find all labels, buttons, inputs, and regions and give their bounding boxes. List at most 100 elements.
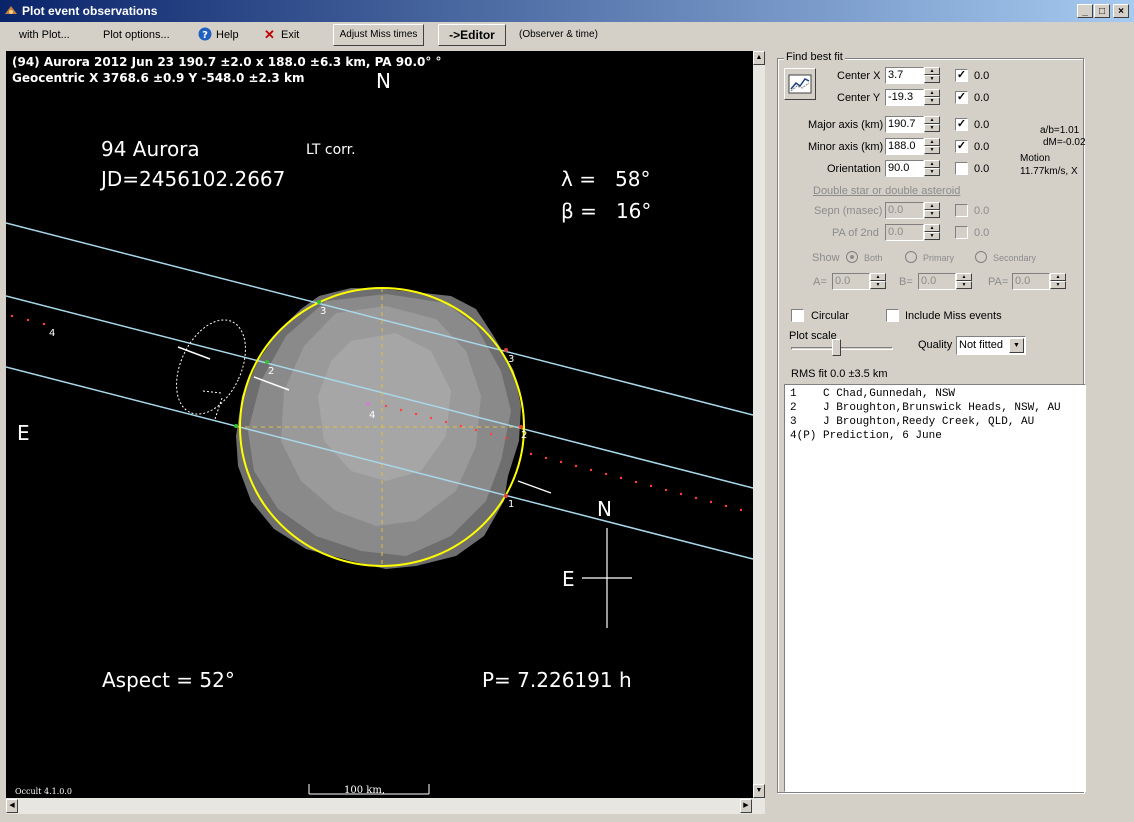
circular-label: Circular	[811, 310, 849, 322]
chord-label-4b: 4	[49, 328, 55, 339]
find-best-fit-title: Find best fit	[784, 51, 845, 63]
orientation-label: Orientation	[827, 163, 881, 175]
minor-axis-spinner[interactable]: ▲ ▼	[924, 138, 940, 155]
show-secondary-radio[interactable]	[975, 251, 987, 263]
a-label: A=	[813, 276, 827, 288]
plot-scale-label: Plot scale	[789, 330, 837, 342]
horizontal-scrollbar[interactable]: ◀ ▶	[6, 798, 765, 814]
sepn-checkbox[interactable]	[955, 204, 968, 217]
major-axis-label: Major axis (km)	[808, 119, 884, 131]
plot-header-line2: Geocentric X 3768.6 ±0.9 Y -548.0 ±2.3 k…	[12, 71, 304, 85]
orientation-spinner[interactable]: ▲ ▼	[924, 160, 940, 177]
fit-button[interactable]	[784, 68, 816, 100]
chevron-down-icon[interactable]: ▼	[1009, 338, 1024, 353]
close-button[interactable]: ×	[1113, 4, 1129, 18]
sepn-result: 0.0	[974, 205, 990, 217]
asteroid-name: 94 Aurora	[101, 137, 200, 161]
pa-spinner[interactable]: ▲ ▼	[1050, 273, 1066, 290]
list-item[interactable]: 2 J Broughton,Brunswick Heads, NSW, AU	[785, 401, 1085, 415]
observations-list[interactable]: 1 C Chad,Gunnedah, NSW 2 J Broughton,Bru…	[784, 384, 1086, 792]
exit-icon[interactable]: ✕	[264, 27, 275, 43]
list-item[interactable]: 4(P) Prediction, 6 June	[785, 429, 1085, 443]
a-input[interactable]: 0.0	[832, 273, 870, 290]
minor-axis-result: 0.0	[974, 141, 990, 153]
east-label: E	[17, 421, 30, 445]
plot-canvas[interactable]: 3 2 4 3 2 1 4 (94) Aurora 2012 Jun 23 19…	[6, 51, 753, 798]
b-spinner[interactable]: ▲ ▼	[956, 273, 972, 290]
a-spinner[interactable]: ▲ ▼	[870, 273, 886, 290]
north-label: N	[376, 69, 391, 93]
motion-label: Motion	[1020, 153, 1051, 164]
menu-bar: with Plot... Plot options... ? Help ✕ Ex…	[0, 22, 1134, 48]
julian-date: JD=2456102.2667	[99, 167, 285, 191]
plot-scale-thumb[interactable]	[832, 339, 841, 356]
vertical-scrollbar[interactable]: ▲ ▼	[753, 51, 765, 798]
b-input[interactable]: 0.0	[918, 273, 956, 290]
sepn-spinner[interactable]: ▲ ▼	[924, 202, 940, 219]
sepn-input[interactable]: 0.0	[885, 202, 924, 219]
version-label: Occult 4.1.0.0	[15, 787, 72, 796]
quality-label: Quality	[918, 339, 953, 351]
plot-svg: 3 2 4 3 2 1 4 (94) Aurora 2012 Jun 23 19…	[6, 55, 753, 796]
minor-axis-checkbox[interactable]: ✓	[955, 140, 968, 153]
minor-axis-label: Minor axis (km)	[808, 141, 884, 153]
observer-time-label[interactable]: (Observer & time)	[519, 29, 598, 40]
scroll-right-icon[interactable]: ▶	[740, 799, 752, 813]
compass-rose: N E	[562, 497, 632, 628]
include-miss-label: Include Miss events	[905, 310, 1002, 322]
dm-value: dM=-0.02	[1043, 137, 1086, 148]
b-label: B=	[899, 276, 913, 288]
pa-2nd-spinner[interactable]: ▲ ▼	[924, 224, 940, 241]
scale-label: 100 km,	[344, 785, 385, 796]
minor-axis-input[interactable]: 188.0	[885, 138, 924, 155]
pa-2nd-label: PA of 2nd	[832, 227, 879, 239]
sepn-label: Sepn (masec)	[814, 205, 883, 217]
menu-with-plot[interactable]: with Plot...	[19, 29, 70, 41]
menu-plot-options[interactable]: Plot options...	[103, 29, 170, 41]
show-primary-radio[interactable]	[905, 251, 917, 263]
minimize-button[interactable]: _	[1077, 4, 1093, 18]
center-x-checkbox[interactable]: ✓	[955, 69, 968, 82]
help-icon[interactable]: ?	[198, 27, 212, 44]
show-both-radio[interactable]	[846, 251, 858, 263]
include-miss-checkbox[interactable]	[886, 309, 899, 322]
center-x-spinner[interactable]: ▲ ▼	[924, 67, 940, 84]
status-bar	[0, 814, 1134, 822]
scroll-left-icon[interactable]: ◀	[6, 799, 18, 813]
rms-fit-label: RMS fit 0.0 ±3.5 km	[791, 368, 888, 380]
chord-label-2b: 2	[521, 430, 527, 441]
pa-input[interactable]: 0.0	[1012, 273, 1050, 290]
show-secondary-label: Secondary	[993, 253, 1037, 263]
ab-ratio: a/b=1.01	[1040, 125, 1080, 136]
scroll-up-icon[interactable]: ▲	[753, 51, 765, 65]
maximize-button[interactable]: □	[1094, 4, 1110, 18]
center-y-checkbox[interactable]: ✓	[955, 91, 968, 104]
menu-help[interactable]: Help	[216, 29, 239, 41]
center-x-input[interactable]: 3.7	[885, 67, 924, 84]
plot-scale-slider[interactable]	[791, 347, 893, 350]
list-item[interactable]: 3 J Broughton,Reedy Creek, QLD, AU	[785, 415, 1085, 429]
show-primary-label: Primary	[923, 253, 954, 263]
editor-button[interactable]: ->Editor	[438, 24, 506, 46]
orientation-input[interactable]: 90.0	[885, 160, 924, 177]
ecliptic-longitude: λ = 58°	[561, 167, 650, 191]
center-y-spinner[interactable]: ▲ ▼	[924, 89, 940, 106]
circular-checkbox[interactable]	[791, 309, 804, 322]
menu-exit[interactable]: Exit	[281, 29, 299, 41]
motion-value: 11.77km/s, X	[1020, 166, 1078, 177]
pa-2nd-checkbox[interactable]	[955, 226, 968, 239]
list-item[interactable]: 1 C Chad,Gunnedah, NSW	[785, 387, 1085, 401]
double-star-title: Double star or double asteroid	[813, 185, 961, 197]
app-icon	[5, 6, 17, 14]
center-y-input[interactable]: -19.3	[885, 89, 924, 106]
major-axis-spinner[interactable]: ▲ ▼	[924, 116, 940, 133]
scroll-down-icon[interactable]: ▼	[753, 784, 765, 798]
major-axis-checkbox[interactable]: ✓	[955, 118, 968, 131]
major-axis-input[interactable]: 190.7	[885, 116, 924, 133]
orientation-checkbox[interactable]	[955, 162, 968, 175]
adjust-miss-times-button[interactable]: Adjust Miss times	[333, 24, 424, 46]
pa-2nd-input[interactable]: 0.0	[885, 224, 924, 241]
fit-panel: Find best fit Center X 3.7 ▲ ▼ ✓ 0.0 Cent…	[771, 48, 1098, 803]
title-bar: Plot event observations _ □ ×	[0, 0, 1134, 22]
scale-bar: 100 km,	[308, 784, 430, 796]
